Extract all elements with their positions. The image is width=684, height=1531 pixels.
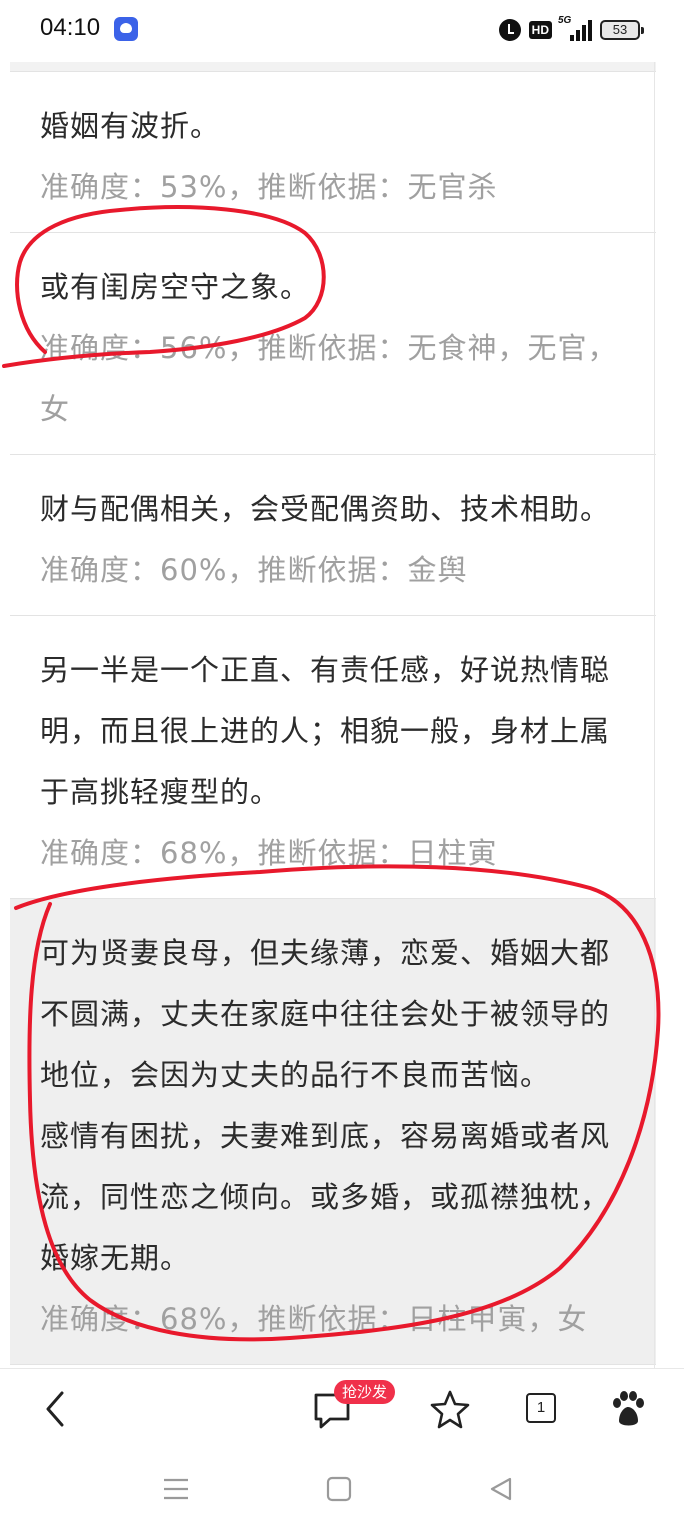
battery-icon: 53 — [600, 20, 644, 40]
5g-signal-icon: 5G — [558, 15, 592, 41]
baidu-button[interactable] — [604, 1387, 652, 1431]
hd-icon: HD — [528, 21, 552, 39]
back-triangle-icon[interactable] — [486, 1474, 516, 1504]
status-bar: 04:10 HD 5G 53 — [0, 0, 684, 62]
star-icon — [430, 1390, 470, 1429]
list-top-divider — [10, 62, 656, 72]
list-item: 财与配偶相关，会受配偶资助、技术相助。 准确度：60%，推断依据：金舆 — [10, 455, 656, 616]
result-text: 可为贤妻良母，但夫缘薄，恋爱、婚姻大都不圆满，丈夫在家庭中往往会处于被领导的地位… — [40, 936, 611, 1092]
back-icon — [46, 1391, 64, 1427]
list-item: 另一半是一个正直、有责任感，好说热情聪明，而且很上进的人；相貌一般，身材上属于高… — [10, 616, 656, 899]
list-item-highlighted: 可为贤妻良母，但夫缘薄，恋爱、婚姻大都不圆满，丈夫在家庭中往往会处于被领导的地位… — [10, 899, 656, 1365]
comment-badge: 抢沙发 — [334, 1380, 396, 1404]
back-button[interactable] — [34, 1387, 82, 1431]
result-meta: 准确度：60%，推断依据：金舆 — [40, 553, 468, 587]
result-text: 财与配偶相关，会受配偶资助、技术相助。 — [40, 492, 611, 526]
list-item: 婚姻有波折。 准确度：53%，推断依据：无官杀 — [10, 72, 656, 233]
tabs-button[interactable]: 1 — [516, 1387, 564, 1431]
menu-icon[interactable] — [160, 1474, 192, 1504]
result-meta: 准确度：56%，推断依据：无食神，无官，女 — [40, 331, 618, 426]
result-meta: 准确度：68%，推断依据：日柱甲寅，女 — [40, 1302, 588, 1336]
system-navigation-bar — [0, 1448, 684, 1531]
status-time: 04:10 — [40, 14, 101, 41]
notification-app-icon — [114, 17, 138, 41]
home-icon[interactable] — [324, 1474, 354, 1504]
baidu-paw-icon — [613, 1391, 644, 1426]
result-meta: 准确度：68%，推断依据：日柱寅 — [40, 836, 498, 870]
network-type-label: 5G — [558, 15, 572, 26]
alarm-icon — [498, 19, 521, 41]
favorite-button[interactable] — [426, 1387, 474, 1431]
content-border — [654, 62, 655, 1368]
result-text-continued: 感情有困扰，夫妻难到底，容易离婚或者风流，同性恋之倾向。或多婚，或孤襟独枕，婚嫁… — [40, 1119, 611, 1275]
list-item: 或有闺房空守之象。 准确度：56%，推断依据：无食神，无官，女 — [10, 233, 656, 455]
result-list[interactable]: 婚姻有波折。 准确度：53%，推断依据：无官杀 或有闺房空守之象。 准确度：56… — [10, 62, 656, 1368]
result-text: 或有闺房空守之象。 — [40, 270, 311, 304]
tabs-icon: 1 — [526, 1393, 556, 1423]
result-meta: 准确度：53%，推断依据：无官杀 — [40, 170, 498, 204]
status-indicators: HD 5G 53 — [498, 15, 644, 43]
result-text: 另一半是一个正直、有责任感，好说热情聪明，而且很上进的人；相貌一般，身材上属于高… — [40, 653, 611, 809]
result-text: 婚姻有波折。 — [40, 109, 221, 143]
